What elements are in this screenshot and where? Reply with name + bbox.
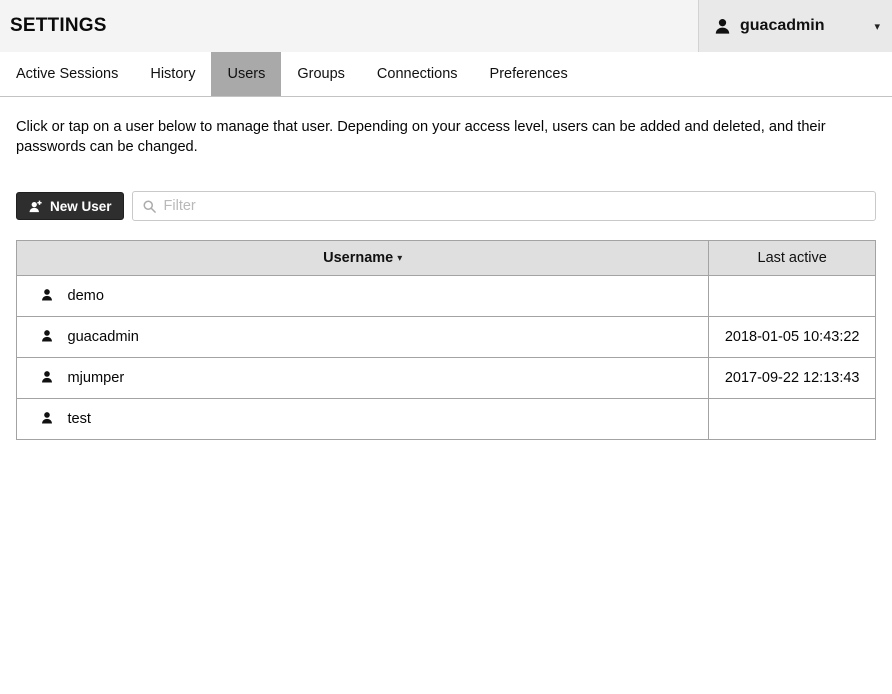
last-active-cell: 2018-01-05 10:43:22 [709,317,876,358]
tab-history[interactable]: History [134,52,211,96]
new-user-button-label: New User [50,199,112,214]
tab-bar: Active SessionsHistoryUsersGroupsConnect… [0,52,892,97]
chevron-down-icon: ▾ [874,20,880,33]
last-active-cell [709,399,876,440]
user-menu-username: guacadmin [740,17,824,35]
table-row[interactable]: test [17,399,876,440]
last-active-cell: 2017-09-22 12:13:43 [709,358,876,399]
username-text: test [67,411,91,427]
username-cell: demo [17,276,709,317]
table-header-row: Username ▾ Last active [17,241,876,276]
user-icon [713,17,732,36]
filter-input[interactable] [164,192,875,220]
column-header-username[interactable]: Username ▾ [17,241,709,276]
add-user-icon [28,199,43,214]
column-header-last-active[interactable]: Last active [709,241,876,276]
tab-active-sessions[interactable]: Active Sessions [0,52,134,96]
app-header: SETTINGS guacadmin ▾ [0,0,892,52]
tab-users[interactable]: Users [211,52,281,96]
username-text: demo [67,288,104,304]
table-row[interactable]: guacadmin 2018-01-05 10:43:22 [17,317,876,358]
user-icon [40,411,54,425]
user-icon [40,370,54,384]
user-icon [40,329,54,343]
username-text: mjumper [67,370,124,386]
user-icon [40,288,54,302]
action-bar: New User [16,191,876,221]
filter-field [132,191,876,221]
sort-descending-icon: ▾ [397,253,402,264]
users-settings-section: Click or tap on a user below to manage t… [16,117,876,440]
username-text: guacadmin [67,329,138,345]
column-header-username-label: Username [323,250,393,266]
tab-groups[interactable]: Groups [281,52,361,96]
page-description: Click or tap on a user below to manage t… [16,117,846,157]
username-cell: guacadmin [17,317,709,358]
search-icon [142,199,157,214]
last-active-cell [709,276,876,317]
tab-preferences[interactable]: Preferences [474,52,584,96]
new-user-button[interactable]: New User [16,192,124,220]
table-row[interactable]: mjumper 2017-09-22 12:13:43 [17,358,876,399]
user-menu-button[interactable]: guacadmin ▾ [698,0,892,52]
username-cell: mjumper [17,358,709,399]
username-cell: test [17,399,709,440]
tab-connections[interactable]: Connections [361,52,474,96]
page-title: SETTINGS [0,15,107,37]
table-row[interactable]: demo [17,276,876,317]
users-table: Username ▾ Last active demo guacadmin 201… [16,240,876,440]
